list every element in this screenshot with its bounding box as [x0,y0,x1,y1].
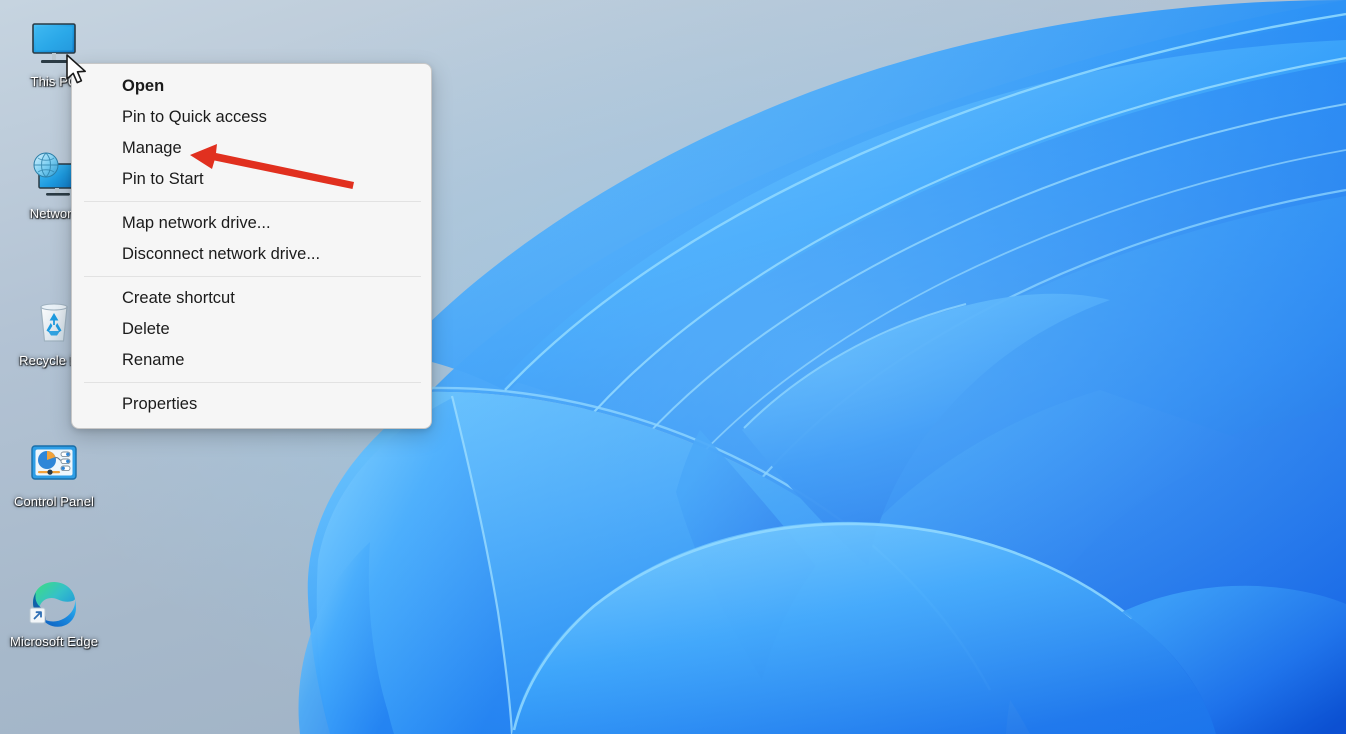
desktop-icon-microsoft-edge[interactable]: Microsoft Edge [4,578,104,650]
context-menu-item-pin-to-quick-access[interactable]: Pin to Quick access [72,102,431,133]
context-menu-item-rename[interactable]: Rename [72,345,431,376]
context-menu-item-properties[interactable]: Properties [72,389,431,420]
context-menu-item-pin-to-start[interactable]: Pin to Start [72,164,431,195]
edge-icon [26,578,82,630]
context-menu-item-create-shortcut[interactable]: Create shortcut [72,283,431,314]
control-panel-icon [26,438,82,490]
context-menu-item-open[interactable]: Open [72,71,431,102]
context-menu-item-disconnect-network-drive[interactable]: Disconnect network drive... [72,239,431,270]
context-menu-separator [84,382,421,383]
context-menu-item-manage[interactable]: Manage [72,133,431,164]
desktop-icon-control-panel[interactable]: Control Panel [4,438,104,510]
context-menu[interactable]: Open Pin to Quick access Manage Pin to S… [71,63,432,429]
desktop[interactable]: This PC Network Recycle Bin Control Pane… [0,0,1346,734]
context-menu-separator [84,276,421,277]
desktop-icon-label: Control Panel [13,494,95,509]
desktop-icon-label: Microsoft Edge [9,634,99,649]
context-menu-separator [84,201,421,202]
context-menu-item-map-network-drive[interactable]: Map network drive... [72,208,431,239]
context-menu-item-delete[interactable]: Delete [72,314,431,345]
monitor-icon [26,18,82,70]
